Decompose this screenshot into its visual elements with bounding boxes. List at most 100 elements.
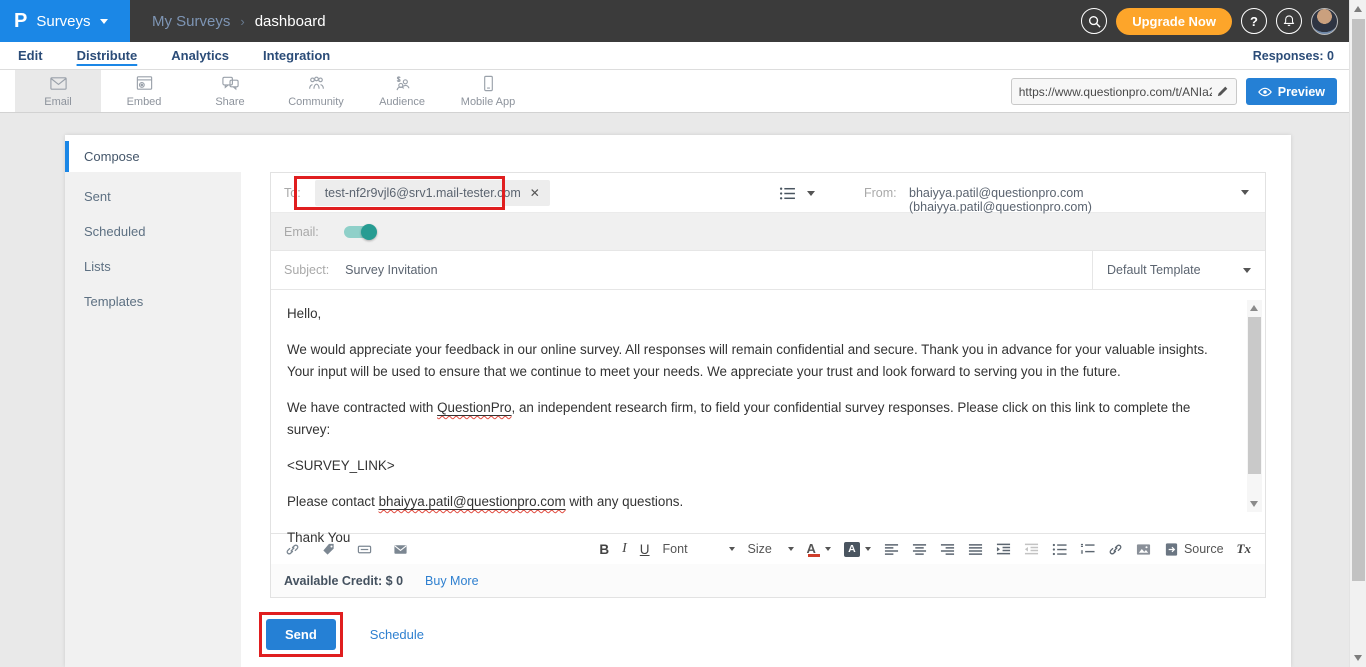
chevron-down-icon bbox=[807, 191, 815, 196]
tab-distribute[interactable]: Distribute bbox=[77, 48, 138, 63]
body-greeting: Hello, bbox=[287, 303, 1225, 325]
embed-icon bbox=[135, 74, 154, 93]
help-button[interactable]: ? bbox=[1241, 8, 1267, 34]
template-dropdown[interactable]: Default Template bbox=[1092, 251, 1265, 289]
top-header: P Surveys My Surveys › dashboard Upgrade… bbox=[0, 0, 1366, 42]
sidebar-item-lists[interactable]: Lists bbox=[65, 249, 241, 284]
questionpro-link[interactable]: QuestionPro bbox=[437, 400, 511, 415]
scroll-up-arrow-icon[interactable] bbox=[1354, 6, 1362, 12]
text-color-icon: A bbox=[807, 541, 816, 558]
surveys-product-menu[interactable]: P Surveys bbox=[0, 0, 130, 42]
sidebar-item-scheduled[interactable]: Scheduled bbox=[65, 214, 241, 249]
scroll-up-arrow-icon[interactable] bbox=[1250, 305, 1258, 311]
sidebar-item-sent[interactable]: Sent bbox=[65, 179, 241, 214]
schedule-link[interactable]: Schedule bbox=[370, 627, 424, 642]
tab-analytics[interactable]: Analytics bbox=[171, 48, 229, 63]
survey-url-input[interactable] bbox=[1019, 85, 1212, 99]
channel-community[interactable]: Community bbox=[273, 70, 359, 112]
search-icon bbox=[1088, 15, 1101, 28]
body-paragraph: We would appreciate your feedback in our… bbox=[287, 339, 1225, 383]
from-label: From: bbox=[864, 186, 897, 200]
eye-icon bbox=[1258, 85, 1272, 99]
body-paragraph: Please contact bhaiyya.patil@questionpro… bbox=[287, 491, 1225, 513]
from-address-dropdown[interactable]: bhaiyya.patil@questionpro.com (bhaiyya.p… bbox=[909, 186, 1265, 214]
to-from-row: To: test-nf2r9vjl6@srv1.mail-tester.com … bbox=[271, 173, 1265, 213]
search-button[interactable] bbox=[1081, 8, 1107, 34]
tab-edit[interactable]: Edit bbox=[18, 48, 43, 63]
channel-label: Email bbox=[44, 96, 72, 108]
email-toggle-row: Email: bbox=[271, 213, 1265, 251]
body-text: We have contracted with bbox=[287, 400, 437, 415]
tab-integration[interactable]: Integration bbox=[263, 48, 330, 63]
survey-nav-bar: Edit Distribute Analytics Integration Re… bbox=[0, 42, 1366, 70]
remove-format-button[interactable]: Tx bbox=[1237, 541, 1251, 557]
edit-pencil-icon[interactable] bbox=[1216, 85, 1229, 98]
preview-button[interactable]: Preview bbox=[1246, 78, 1337, 105]
email-toggle-label: Email: bbox=[284, 225, 319, 239]
recipient-email: test-nf2r9vjl6@srv1.mail-tester.com bbox=[325, 186, 521, 200]
recipient-list-menu-button[interactable] bbox=[779, 173, 815, 213]
body-closing: Thank You bbox=[287, 527, 1225, 549]
survey-url-box bbox=[1011, 78, 1237, 105]
breadcrumb-my-surveys[interactable]: My Surveys bbox=[152, 13, 230, 30]
distribute-channel-bar: Email Embed Share Community Audience Mob… bbox=[0, 70, 1366, 113]
breadcrumb-current: dashboard bbox=[255, 13, 326, 30]
to-label: To: bbox=[284, 186, 301, 200]
preview-label: Preview bbox=[1278, 85, 1325, 99]
page-scrollbar[interactable] bbox=[1349, 0, 1366, 667]
channel-mobile-app[interactable]: Mobile App bbox=[445, 70, 531, 112]
survey-link-token: <SURVEY_LINK> bbox=[287, 455, 1225, 477]
email-toggle-switch[interactable] bbox=[344, 226, 374, 238]
buy-more-link[interactable]: Buy More bbox=[425, 574, 479, 588]
channel-label: Audience bbox=[379, 96, 425, 108]
channel-audience[interactable]: Audience bbox=[359, 70, 445, 112]
remove-recipient-icon[interactable]: ✕ bbox=[530, 187, 540, 199]
channel-label: Community bbox=[288, 96, 344, 108]
available-credit-label: Available Credit: $ 0 bbox=[284, 574, 403, 588]
subject-row: Subject: Survey Invitation Default Templ… bbox=[271, 251, 1265, 290]
chevron-down-icon bbox=[100, 19, 108, 24]
contact-email-link[interactable]: bhaiyya.patil@questionpro.com bbox=[379, 494, 566, 509]
channel-email[interactable]: Email bbox=[15, 70, 101, 112]
questionpro-logo: P bbox=[14, 10, 27, 33]
community-icon bbox=[307, 74, 326, 93]
send-area: Send Schedule bbox=[259, 612, 424, 657]
upgrade-now-button[interactable]: Upgrade Now bbox=[1116, 8, 1232, 35]
editor-scrollbar-thumb[interactable] bbox=[1248, 317, 1261, 474]
chevron-down-icon bbox=[1243, 268, 1251, 273]
breadcrumb-separator: › bbox=[240, 14, 244, 29]
share-icon bbox=[221, 74, 240, 93]
annotation-box-send-button: Send bbox=[259, 612, 343, 657]
user-avatar[interactable] bbox=[1311, 8, 1338, 35]
email-distribute-card: Compose Sent Scheduled Lists Templates T… bbox=[65, 135, 1291, 667]
sidebar-item-templates[interactable]: Templates bbox=[65, 284, 241, 319]
email-icon bbox=[49, 74, 68, 93]
channel-label: Share bbox=[215, 96, 244, 108]
list-icon bbox=[779, 185, 796, 202]
responses-count: Responses: 0 bbox=[1253, 49, 1334, 63]
compose-sidebar: Sent Scheduled Lists Templates bbox=[65, 172, 241, 667]
subject-input[interactable]: Survey Invitation bbox=[345, 263, 437, 277]
mobile-app-icon bbox=[479, 74, 498, 93]
product-name: Surveys bbox=[36, 13, 90, 30]
recipient-chip[interactable]: test-nf2r9vjl6@srv1.mail-tester.com ✕ bbox=[315, 180, 550, 206]
sidebar-item-compose[interactable]: Compose bbox=[65, 141, 255, 172]
page-scrollbar-thumb[interactable] bbox=[1352, 19, 1365, 581]
chevron-down-icon[interactable] bbox=[1241, 190, 1249, 195]
editor-scrollbar[interactable] bbox=[1247, 300, 1262, 512]
breadcrumb: My Surveys › dashboard bbox=[152, 13, 326, 30]
channel-label: Embed bbox=[127, 96, 162, 108]
channel-share[interactable]: Share bbox=[187, 70, 273, 112]
email-body-editor[interactable]: Hello, We would appreciate your feedback… bbox=[271, 290, 1265, 533]
scroll-down-arrow-icon[interactable] bbox=[1354, 655, 1362, 661]
channel-embed[interactable]: Embed bbox=[101, 70, 187, 112]
subject-label: Subject: bbox=[284, 263, 329, 277]
scroll-down-arrow-icon[interactable] bbox=[1250, 501, 1258, 507]
body-text: Please contact bbox=[287, 494, 379, 509]
compose-form: To: test-nf2r9vjl6@srv1.mail-tester.com … bbox=[270, 172, 1266, 598]
question-mark-icon: ? bbox=[1250, 14, 1258, 29]
credit-row: Available Credit: $ 0 Buy More bbox=[271, 564, 1265, 597]
send-button[interactable]: Send bbox=[266, 619, 336, 650]
notifications-button[interactable] bbox=[1276, 8, 1302, 34]
channel-label: Mobile App bbox=[461, 96, 515, 108]
